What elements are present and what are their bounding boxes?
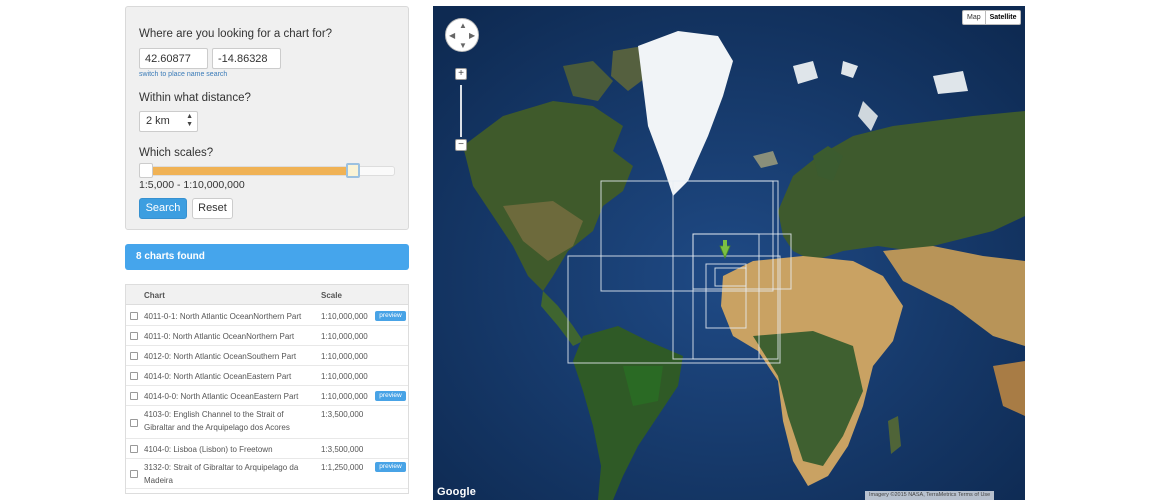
chart-name: 3132-0: Strait of Gibraltar to Arquipela…: [144, 463, 299, 485]
reset-button[interactable]: Reset: [192, 198, 233, 219]
chart-name: 4012-0: North Atlantic OceanSouthern Par…: [144, 352, 297, 361]
zoom-slider-track[interactable]: [460, 85, 462, 137]
preview-button[interactable]: preview: [375, 391, 406, 401]
map-type-control: Map Satellite: [962, 10, 1022, 25]
map-type-map-button[interactable]: Map: [963, 11, 985, 24]
charts-found-banner: 8 charts found: [125, 244, 409, 270]
chart-name: 4011-0: North Atlantic OceanNorthern Par…: [144, 332, 295, 341]
search-panel: Where are you looking for a chart for? s…: [125, 6, 409, 230]
table-row[interactable]: 4011-0-1: North Atlantic OceanNorthern P…: [126, 306, 408, 326]
results-table: Chart Scale 4011-0-1: North Atlantic Oce…: [125, 284, 409, 494]
zoom-out-button[interactable]: −: [455, 139, 467, 151]
pan-right-icon[interactable]: ▶: [469, 32, 475, 40]
preview-button[interactable]: preview: [375, 462, 406, 472]
distance-label: Within what distance?: [139, 92, 251, 104]
chart-scale: 1:10,000,000: [321, 392, 368, 401]
scale-range-slider[interactable]: [139, 163, 395, 178]
row-checkbox[interactable]: [130, 392, 138, 400]
row-checkbox[interactable]: [130, 352, 138, 360]
table-row[interactable]: 4104-0: Lisboa (Lisbon) to Freetown 1:3,5…: [126, 439, 408, 459]
preview-button[interactable]: preview: [375, 311, 406, 321]
switch-place-name-link[interactable]: switch to place name search: [139, 71, 227, 78]
table-row[interactable]: 4011-0: North Atlantic OceanNorthern Par…: [126, 326, 408, 346]
chart-scale: 1:3,500,000: [321, 410, 364, 419]
chart-name: 4011-0-1: North Atlantic OceanNorthern P…: [144, 312, 302, 321]
zoom-in-button[interactable]: +: [455, 68, 467, 80]
chart-scale: 1:10,000,000: [321, 312, 368, 321]
map-type-satellite-button[interactable]: Satellite: [984, 11, 1021, 24]
map-view[interactable]: ▲ ▼ ◀ ▶ + − Map Satellite Google Imagery…: [433, 6, 1025, 500]
chart-name: 4014-0-0: North Atlantic OceanEastern Pa…: [144, 392, 299, 401]
select-arrows-icon: ▲ ▼: [186, 113, 193, 128]
row-checkbox[interactable]: [130, 312, 138, 320]
scales-label: Which scales?: [139, 147, 214, 159]
google-logo: Google: [437, 486, 477, 498]
row-checkbox[interactable]: [130, 470, 138, 478]
column-header-chart: Chart: [144, 291, 165, 300]
search-button[interactable]: Search: [139, 198, 187, 219]
chart-scale: 1:10,000,000: [321, 372, 368, 381]
table-row[interactable]: 4103-0: English Channel to the Strait of…: [126, 406, 408, 439]
latitude-input[interactable]: [139, 48, 208, 69]
chart-scale: 1:10,000,000: [321, 332, 368, 341]
map-attribution[interactable]: Imagery ©2015 NASA, TerraMetrics Terms o…: [865, 491, 995, 500]
table-row[interactable]: 3132-0: Strait of Gibraltar to Arquipela…: [126, 459, 408, 489]
pan-up-icon[interactable]: ▲: [459, 22, 467, 30]
pan-down-icon[interactable]: ▼: [459, 42, 467, 50]
chart-name: 4104-0: Lisboa (Lisbon) to Freetown: [144, 445, 273, 454]
row-checkbox[interactable]: [130, 418, 138, 427]
row-checkbox[interactable]: [130, 445, 138, 453]
chart-name: 4014-0: North Atlantic OceanEastern Part: [144, 372, 292, 381]
chart-name: 4103-0: English Channel to the Strait of…: [144, 410, 290, 432]
longitude-input[interactable]: [212, 48, 281, 69]
row-checkbox[interactable]: [130, 332, 138, 340]
results-header: Chart Scale: [126, 285, 408, 305]
chart-scale: 1:10,000,000: [321, 352, 368, 361]
slider-handle-max[interactable]: [346, 163, 360, 178]
pan-left-icon[interactable]: ◀: [449, 32, 455, 40]
pan-control-icon[interactable]: ▲ ▼ ◀ ▶: [445, 18, 479, 52]
scale-range-text: 1:5,000 - 1:10,000,000: [139, 179, 245, 191]
satellite-map-image: [433, 6, 1025, 500]
slider-handle-min[interactable]: [139, 163, 153, 178]
chart-scale: 1:3,500,000: [321, 445, 364, 454]
chart-scale: 1:1,250,000: [321, 463, 364, 472]
row-checkbox[interactable]: [130, 372, 138, 380]
table-row[interactable]: 4014-0-0: North Atlantic OceanEastern Pa…: [126, 386, 408, 406]
column-header-scale: Scale: [321, 291, 342, 300]
table-row[interactable]: 4012-0: North Atlantic OceanSouthern Par…: [126, 346, 408, 366]
slider-fill: [147, 167, 349, 175]
location-question-label: Where are you looking for a chart for?: [139, 28, 333, 40]
distance-select[interactable]: 2 km ▲ ▼: [139, 111, 198, 132]
table-row[interactable]: 4014-0: North Atlantic OceanEastern Part…: [126, 366, 408, 386]
distance-select-value: 2 km: [146, 115, 170, 127]
